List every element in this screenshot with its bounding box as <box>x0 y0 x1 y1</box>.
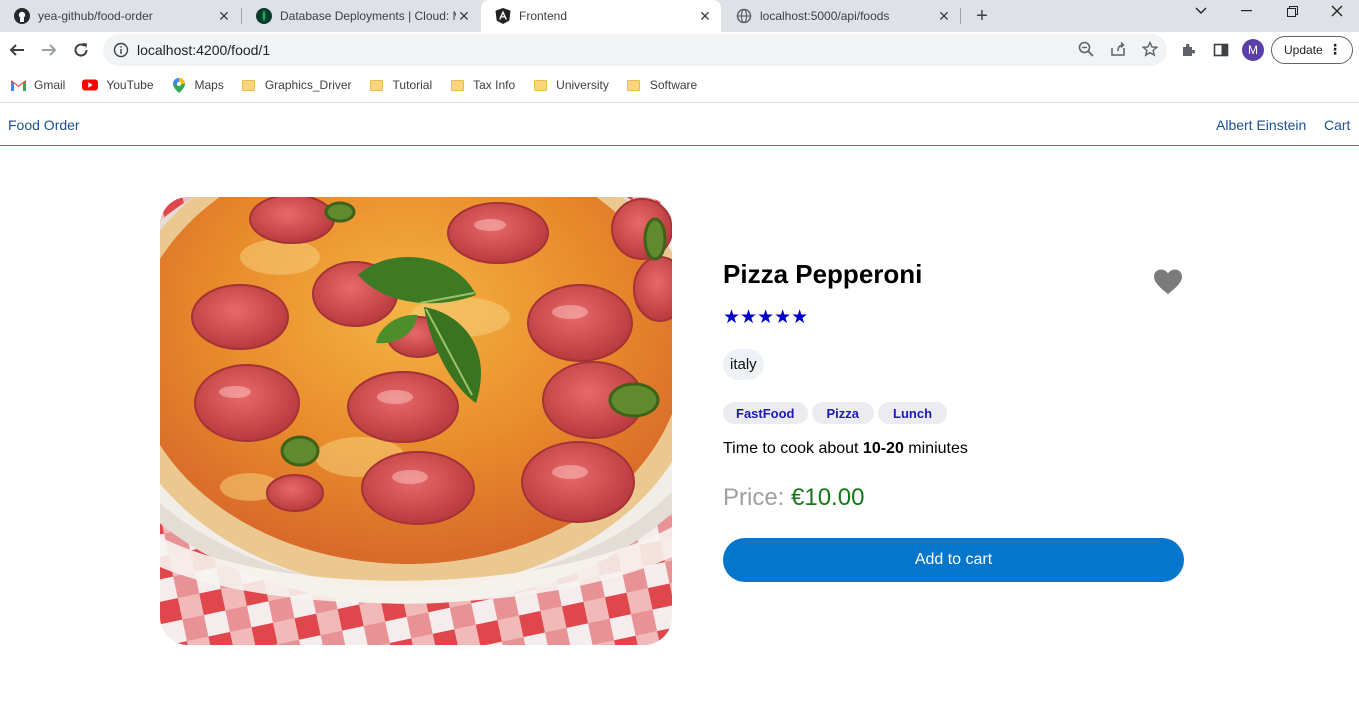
tab-divider <box>960 8 961 24</box>
add-to-cart-button[interactable]: Add to cart <box>723 538 1184 582</box>
browser-tab-strip: yea-github/food-order ✕ Database Deploym… <box>0 0 1359 32</box>
share-icon[interactable] <box>1109 40 1127 58</box>
avatar: M <box>1242 39 1264 61</box>
extensions-button[interactable] <box>1178 38 1200 62</box>
bookmarks-bar: Gmail YouTube Maps Graphics_Driver Tutor… <box>0 68 1359 103</box>
tag-chip[interactable]: Pizza <box>811 402 875 424</box>
folder-icon <box>241 78 257 92</box>
bookmark-label: YouTube <box>106 78 154 92</box>
folder-icon <box>532 78 548 92</box>
bookmark-folder-graphics-driver[interactable]: Graphics_Driver <box>241 78 352 92</box>
bookmark-label: Graphics_Driver <box>264 78 352 92</box>
profile-button[interactable]: M <box>1242 38 1264 62</box>
update-button[interactable]: Update ⋮ <box>1271 36 1353 64</box>
brand-link[interactable]: Food Order <box>8 117 80 133</box>
tag-chip[interactable]: FastFood <box>723 402 808 424</box>
cook-time: Time to cook about 10-20 miniutes <box>723 440 968 458</box>
close-icon <box>1331 5 1343 17</box>
origin-badge: italy <box>723 349 764 380</box>
more-vertical-icon: ⋮ <box>1328 41 1342 57</box>
cart-link[interactable]: Cart <box>1324 117 1350 133</box>
cook-time-value: 10-20 <box>862 440 904 457</box>
close-icon[interactable]: ✕ <box>936 8 952 24</box>
close-icon[interactable]: ✕ <box>456 8 472 24</box>
new-tab-button[interactable]: + <box>970 4 994 28</box>
bookmark-maps[interactable]: Maps <box>171 77 224 93</box>
chevron-down-icon <box>1195 7 1207 14</box>
price-label: Price: <box>723 484 792 511</box>
bookmark-folder-tutorial[interactable]: Tutorial <box>369 78 433 92</box>
bookmark-label: Maps <box>194 78 224 92</box>
address-bar[interactable]: localhost:4200/food/1 <box>103 34 1167 66</box>
folder-icon <box>369 78 385 92</box>
bookmark-youtube[interactable]: YouTube <box>82 78 154 92</box>
bookmark-label: Tutorial <box>392 78 433 92</box>
tags-list: FastFood Pizza Lunch <box>723 402 948 424</box>
gmail-icon <box>10 78 26 92</box>
restore-icon <box>1286 5 1298 17</box>
bookmark-star-icon[interactable] <box>1141 40 1159 58</box>
app-header: Food Order Albert Einstein Cart <box>0 104 1359 146</box>
folder-icon <box>449 78 465 92</box>
close-icon[interactable]: ✕ <box>697 8 713 24</box>
side-panel-icon <box>1213 43 1229 57</box>
minimize-icon <box>1240 10 1252 12</box>
folder-icon <box>626 78 642 92</box>
food-title: Pizza Pepperoni <box>723 259 923 289</box>
browser-tab-mongodb[interactable]: Database Deployments | Cloud: M ✕ <box>242 0 480 32</box>
info-icon[interactable] <box>113 42 129 58</box>
bookmark-folder-software[interactable]: Software <box>626 78 697 92</box>
tag-chip[interactable]: Lunch <box>878 402 948 424</box>
pizza-illustration <box>160 197 672 645</box>
tab-search-button[interactable] <box>1178 0 1224 22</box>
close-window-button[interactable] <box>1314 0 1359 22</box>
bookmark-label: Gmail <box>34 78 66 92</box>
bookmark-label: Tax Info <box>473 78 516 92</box>
user-menu-link[interactable]: Albert Einstein <box>1216 117 1306 133</box>
favorite-button[interactable] <box>1153 268 1183 296</box>
minimize-button[interactable] <box>1223 0 1269 22</box>
arrow-right-icon <box>42 44 57 56</box>
star-rating: ★★★★★ <box>723 307 809 328</box>
back-button[interactable] <box>5 38 29 62</box>
cook-time-suffix: miniutes <box>903 440 968 457</box>
url-text[interactable]: localhost:4200/food/1 <box>137 42 270 58</box>
arrow-left-icon <box>9 44 24 56</box>
bookmark-gmail[interactable]: Gmail <box>10 78 65 92</box>
restore-button[interactable] <box>1269 0 1315 22</box>
tab-title: yea-github/food-order <box>38 9 153 23</box>
youtube-icon <box>82 78 99 92</box>
globe-icon <box>736 8 752 24</box>
tab-title: Frontend <box>519 9 568 23</box>
angular-icon <box>495 8 511 24</box>
mongodb-leaf-icon <box>256 8 272 24</box>
side-panel-button[interactable] <box>1210 38 1232 62</box>
puzzle-icon <box>1183 43 1196 56</box>
browser-tab-github[interactable]: yea-github/food-order ✕ <box>0 0 240 32</box>
reload-button[interactable] <box>69 38 93 62</box>
cook-time-prefix: Time to cook about <box>723 440 863 457</box>
tab-title: localhost:5000/api/foods <box>760 9 890 23</box>
reload-icon <box>74 43 88 57</box>
bookmark-folder-university[interactable]: University <box>532 78 609 92</box>
update-label: Update <box>1284 43 1323 57</box>
price: Price: €10.00 <box>723 484 864 512</box>
browser-tab-api-foods[interactable]: localhost:5000/api/foods ✕ <box>722 0 960 32</box>
zoom-icon[interactable] <box>1077 40 1095 58</box>
github-icon <box>14 8 30 24</box>
tab-title: Database Deployments | Cloud: M <box>280 9 456 23</box>
browser-tab-frontend[interactable]: Frontend ✕ <box>481 0 721 32</box>
close-icon[interactable]: ✕ <box>216 8 232 24</box>
maps-pin-icon <box>171 77 187 93</box>
heart-icon <box>1154 269 1182 294</box>
forward-button[interactable] <box>37 38 61 62</box>
food-image <box>160 197 672 645</box>
browser-toolbar: localhost:4200/food/1 M Update ⋮ <box>0 32 1359 68</box>
bookmark-folder-tax-info[interactable]: Tax Info <box>449 78 515 92</box>
price-value: €10.00 <box>791 484 865 511</box>
bookmark-label: Software <box>649 78 698 92</box>
bookmark-label: University <box>556 78 609 92</box>
